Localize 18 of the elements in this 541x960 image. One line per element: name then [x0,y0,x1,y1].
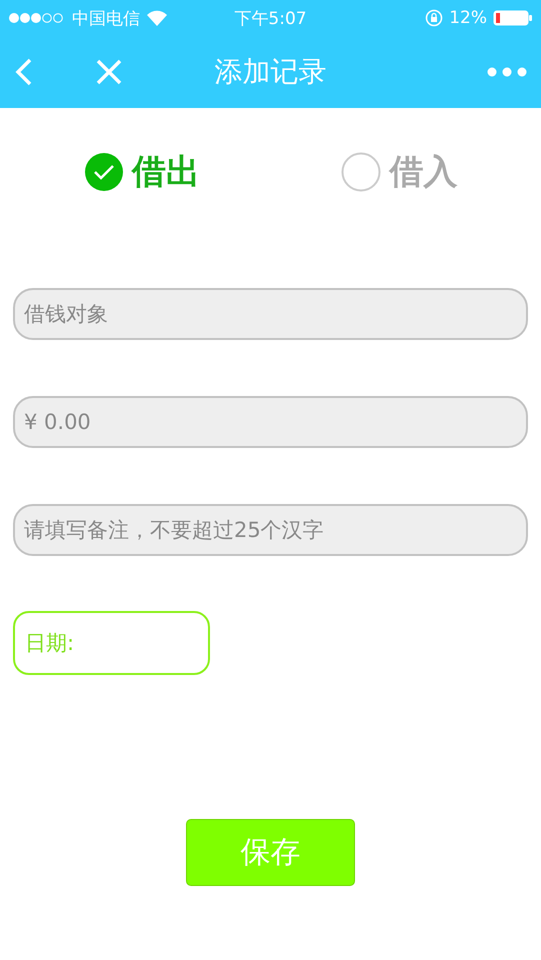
date-label: 日期: [25,630,74,657]
rotation-lock-icon [425,9,444,27]
save-button[interactable]: 保存 [186,819,355,886]
direction-option[interactable]: 借入 [270,149,528,195]
page-title: 添加记录 [214,55,326,88]
input-field[interactable]: ¥ 0.00 [13,396,528,448]
battery-icon [493,10,533,26]
input-field[interactable]: 请填写备注，不要超过25个汉字 [13,504,528,556]
close-icon[interactable] [96,59,122,85]
clock-time: 下午5:07 [234,8,307,28]
battery-percent: 12% [449,8,487,28]
direction-option[interactable]: 借出 [13,149,270,195]
carrier-name: 中国电信 [72,8,140,30]
wifi-icon [146,10,168,26]
back-icon[interactable] [14,57,34,87]
date-picker[interactable]: 日期: [13,611,210,675]
input-field[interactable]: 借钱对象 [13,288,528,340]
more-icon[interactable] [487,67,527,77]
